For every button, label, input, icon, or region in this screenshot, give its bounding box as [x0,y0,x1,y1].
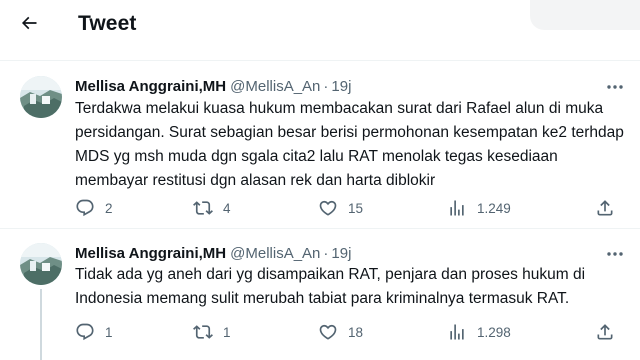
like-icon [318,322,338,342]
author-name[interactable]: Mellisa Anggraini,MH [75,78,226,95]
retweet-count: 1 [223,324,231,340]
reply-count: 1 [105,324,113,340]
like-button[interactable]: 18 [318,320,363,344]
views-button[interactable]: 1.298 [447,320,511,344]
page-title: Tweet [78,12,137,35]
tweet-actions: 1 1 18 1.298 [75,320,620,344]
like-icon [318,198,338,218]
reply-button[interactable]: 1 [75,320,113,344]
tweet-text: Terdakwa melakui kuasa hukum membacakan … [75,100,624,189]
views-count: 1.298 [477,324,511,340]
reply-icon [75,322,95,342]
top-bar: Tweet [0,0,640,52]
reply-button[interactable]: 2 [75,196,113,220]
author-name[interactable]: Mellisa Anggraini,MH [75,245,226,262]
separator: · [323,244,329,262]
retweet-icon [193,322,213,342]
tweet-text: Tidak ada yg aneh dari yg disampaikan RA… [75,266,586,307]
search-bar-edge[interactable] [530,0,640,30]
tweet-header: Mellisa Anggraini,MH @MellisA_An · 19j [75,76,351,96]
tweet[interactable]: Mellisa Anggraini,MH @MellisA_An · 19j T… [0,243,640,360]
share-icon [595,322,615,342]
retweet-button[interactable]: 4 [193,196,231,220]
avatar[interactable] [20,243,62,285]
more-button[interactable] [604,78,626,94]
divider [0,60,640,61]
tweet-actions: 2 4 15 1.249 [75,196,620,220]
tweet-header: Mellisa Anggraini,MH @MellisA_An · 19j [75,243,351,263]
share-icon [595,198,615,218]
views-button[interactable]: 1.249 [447,196,511,220]
more-button[interactable] [604,245,626,261]
like-count: 15 [348,200,364,216]
back-button[interactable] [14,10,44,40]
timestamp[interactable]: 19j [331,245,351,262]
retweet-count: 4 [223,200,231,216]
share-button[interactable] [595,196,615,220]
author-handle[interactable]: @MellisA_An [230,245,320,262]
retweet-icon [193,198,213,218]
divider [0,228,640,229]
views-icon [447,322,467,342]
timestamp[interactable]: 19j [331,78,351,95]
more-icon [606,244,624,262]
like-count: 18 [348,324,364,340]
author-handle[interactable]: @MellisA_An [230,78,320,95]
views-icon [447,198,467,218]
reply-count: 2 [105,200,113,216]
reply-icon [75,198,95,218]
arrow-left-icon [19,13,39,38]
more-icon [606,77,624,95]
separator: · [323,77,329,95]
thread-line [40,289,42,360]
retweet-button[interactable]: 1 [193,320,231,344]
avatar[interactable] [20,76,62,118]
share-button[interactable] [595,320,615,344]
tweet[interactable]: Mellisa Anggraini,MH @MellisA_An · 19j T… [0,76,640,228]
like-button[interactable]: 15 [318,196,363,220]
views-count: 1.249 [477,200,511,216]
